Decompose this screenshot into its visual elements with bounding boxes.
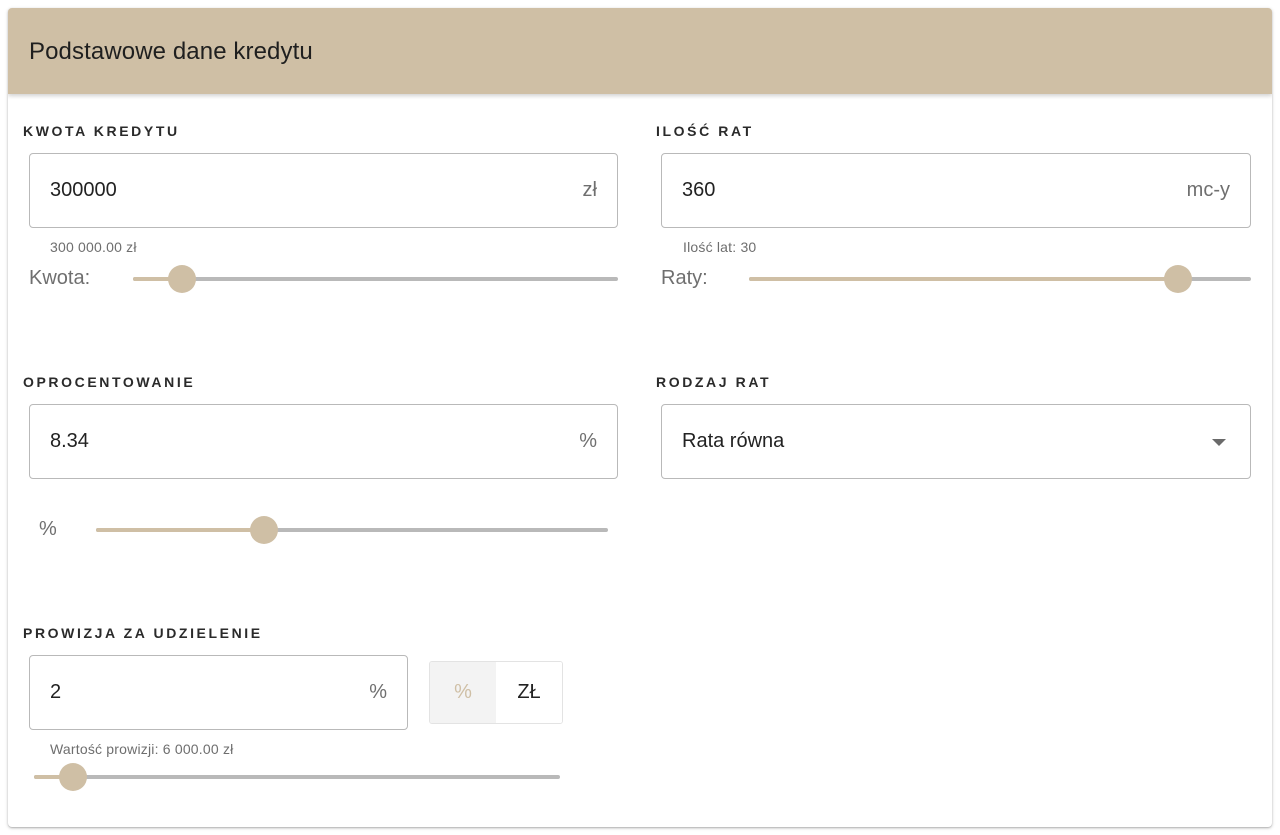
installment-type-select[interactable]: Rata równa [661,404,1251,479]
interest-rate-slider-label: % [39,518,57,540]
installments-count-label: ILOŚĆ RAT [656,123,754,139]
slider-fill [96,528,265,532]
slider-thumb[interactable] [1163,265,1192,293]
slider-thumb[interactable] [167,265,196,293]
commission-unit-toggle[interactable]: % ZŁ [429,661,563,724]
loan-basics-card: Podstawowe dane kredytu KWOTA KREDYTU 30… [8,8,1272,827]
installments-years-helper: Ilość lat: 30 [683,239,757,255]
installments-count-unit: mc-y [1186,179,1230,201]
interest-rate-unit: % [579,430,597,452]
installments-count-value: 360 [682,179,716,201]
loan-amount-unit: zł [582,179,597,201]
loan-amount-value: 300000 [50,179,117,201]
toggle-zl-option[interactable]: ZŁ [496,662,562,723]
installment-type-selected: Rata równa [682,430,785,452]
loan-amount-field[interactable]: 300000 zł [29,153,618,228]
installments-slider[interactable] [749,264,1251,294]
commission-label: PROWIZJA ZA UDZIELENIE [23,625,263,641]
toggle-percent-option[interactable]: % [430,662,496,723]
interest-rate-field[interactable]: 8.34 % [29,404,618,479]
installments-slider-label: Raty: [661,267,708,289]
slider-track [133,277,618,281]
commission-unit: % [369,681,387,703]
loan-amount-label: KWOTA KREDYTU [23,123,180,139]
commission-value: 2 [50,681,62,703]
slider-track [34,775,560,779]
loan-amount-helper: 300 000.00 zł [50,239,137,255]
interest-rate-label: OPROCENTOWANIE [23,374,196,390]
installment-type-label: RODZAJ RAT [656,374,772,390]
installments-count-field[interactable]: 360 mc-y [661,153,1251,228]
loan-amount-slider[interactable] [133,264,618,294]
card-title: Podstawowe dane kredytu [29,38,313,65]
slider-fill [749,277,1178,281]
commission-slider[interactable] [34,762,560,792]
slider-thumb[interactable] [59,763,88,791]
loan-amount-slider-label: Kwota: [29,267,91,289]
commission-field[interactable]: 2 % [29,655,408,730]
interest-rate-value: 8.34 [50,430,89,452]
slider-thumb[interactable] [250,516,279,544]
interest-rate-slider[interactable] [96,515,608,545]
dropdown-arrow-icon [1212,439,1226,446]
card-header: Podstawowe dane kredytu [8,8,1272,94]
commission-value-helper: Wartość prowizji: 6 000.00 zł [50,741,234,757]
